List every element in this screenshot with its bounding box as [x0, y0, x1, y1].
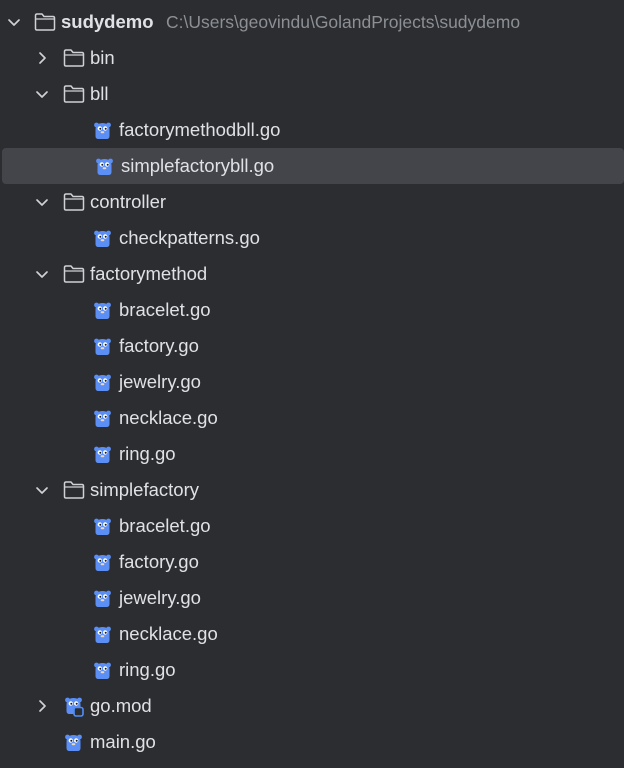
folder-icon	[63, 264, 85, 284]
tree-item-label: main.go	[90, 731, 156, 752]
tree-root-row[interactable]: sudydemo C:\Users\geovindu\GolandProjects…	[0, 4, 624, 40]
tree-item-label: factorymethodbll.go	[119, 119, 281, 140]
project-path: C:\Users\geovindu\GolandProjects\sudydem…	[166, 12, 521, 32]
tree-row-ring-go[interactable]: ring.go	[0, 652, 624, 688]
tree-row-necklace-go[interactable]: necklace.go	[0, 400, 624, 436]
go-file-icon	[92, 516, 114, 536]
tree-row-jewelry-go[interactable]: jewelry.go	[0, 364, 624, 400]
tree-item-label: go.mod	[90, 695, 152, 716]
tree-item-label: necklace.go	[119, 407, 218, 428]
chevron-down-icon[interactable]	[6, 14, 22, 30]
chevron-down-icon[interactable]	[34, 86, 50, 102]
tree-item-label: bracelet.go	[119, 299, 211, 320]
tree-item-label: necklace.go	[119, 623, 218, 644]
tree-row-factory-go[interactable]: factory.go	[0, 544, 624, 580]
tree-row-main-go[interactable]: main.go	[0, 724, 624, 760]
project-tree: sudydemo C:\Users\geovindu\GolandProjects…	[0, 0, 624, 768]
tree-row-bin[interactable]: bin	[0, 40, 624, 76]
tree-row-simplefactory[interactable]: simplefactory	[0, 472, 624, 508]
go-file-icon	[92, 372, 114, 392]
go-mod-icon	[63, 695, 85, 717]
tree-row-controller[interactable]: controller	[0, 184, 624, 220]
go-file-icon	[92, 336, 114, 356]
tree-item-label: simplefactory	[90, 479, 199, 500]
tree-row-bracelet-go[interactable]: bracelet.go	[0, 292, 624, 328]
go-file-icon	[92, 624, 114, 644]
tree-item-label: factory.go	[119, 335, 199, 356]
chevron-right-icon[interactable]	[34, 698, 50, 714]
tree-item-label: controller	[90, 191, 167, 212]
go-file-icon	[92, 120, 114, 140]
folder-icon	[63, 480, 85, 500]
tree-row-factory-go[interactable]: factory.go	[0, 328, 624, 364]
tree-row-factorymethodbll-go[interactable]: factorymethodbll.go	[0, 112, 624, 148]
chevron-right-icon[interactable]	[34, 50, 50, 66]
tree-item-label: jewelry.go	[119, 587, 201, 608]
tree-row-checkpatterns-go[interactable]: checkpatterns.go	[0, 220, 624, 256]
tree-item-label: checkpatterns.go	[119, 227, 260, 248]
go-file-icon	[92, 300, 114, 320]
chevron-down-icon[interactable]	[34, 266, 50, 282]
go-file-icon	[92, 588, 114, 608]
project-name: sudydemo	[61, 11, 154, 32]
chevron-down-icon[interactable]	[34, 482, 50, 498]
folder-icon	[34, 12, 56, 32]
tree-row-ring-go[interactable]: ring.go	[0, 436, 624, 472]
tree-item-label: ring.go	[119, 443, 176, 464]
tree-item-label: jewelry.go	[119, 371, 201, 392]
tree-item-label: factorymethod	[90, 263, 208, 284]
tree-row-necklace-go[interactable]: necklace.go	[0, 616, 624, 652]
go-file-icon	[92, 408, 114, 428]
tree-row-simplefactorybll-go[interactable]: simplefactorybll.go	[2, 148, 624, 184]
go-file-icon	[92, 660, 114, 680]
tree-item-label: simplefactorybll.go	[121, 155, 275, 176]
tree-row-factorymethod[interactable]: factorymethod	[0, 256, 624, 292]
tree-item-label: bracelet.go	[119, 515, 211, 536]
folder-icon	[63, 84, 85, 104]
tree-item-label: factory.go	[119, 551, 199, 572]
tree-row-bll[interactable]: bll	[0, 76, 624, 112]
folder-icon	[63, 192, 85, 212]
go-file-icon	[92, 444, 114, 464]
go-file-icon	[94, 156, 116, 176]
go-file-icon	[92, 552, 114, 572]
go-file-icon	[63, 732, 85, 752]
go-file-icon	[92, 228, 114, 248]
tree-row-jewelry-go[interactable]: jewelry.go	[0, 580, 624, 616]
tree-item-label: ring.go	[119, 659, 176, 680]
folder-icon	[63, 48, 85, 68]
chevron-down-icon[interactable]	[34, 194, 50, 210]
tree-row-bracelet-go[interactable]: bracelet.go	[0, 508, 624, 544]
tree-item-label: bll	[90, 83, 109, 104]
tree-item-label: bin	[90, 47, 115, 68]
tree-row-go-mod[interactable]: go.mod	[0, 688, 624, 724]
